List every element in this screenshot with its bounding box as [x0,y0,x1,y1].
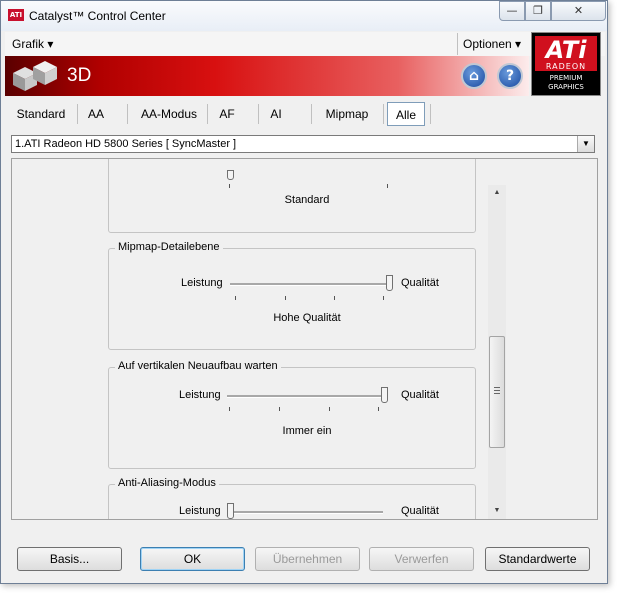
slider-tick [285,296,286,300]
close-icon: ✕ [573,4,584,17]
slider-tick [329,407,330,411]
aa-mode-slider-thumb[interactable] [227,503,234,519]
slider-left-label: Leistung [181,277,223,289]
slider-tick [279,407,280,411]
3d-cubes-icon [13,61,57,91]
vsync-slider-track[interactable] [227,395,383,398]
tab-divider [383,104,384,124]
slider-right-label: Qualität [401,277,439,289]
slider-tick [378,407,379,411]
help-icon: ? [505,68,515,84]
discard-button[interactable]: Verwerfen [369,547,474,571]
minimize-icon: — [506,4,518,17]
grip-line [494,390,500,391]
menu-separator [457,33,458,55]
group-title: Anti-Aliasing-Modus [115,477,219,489]
slider-thumb[interactable] [227,170,234,180]
maximize-button[interactable]: ❐ [525,1,551,21]
scroll-thumb[interactable] [489,336,505,448]
slider-right-label: Qualität [401,389,439,401]
adapter-selected-value: 1.ATI Radeon HD 5800 Series [ SyncMaster… [15,138,237,150]
slider-tick [387,184,388,188]
group-title: Auf vertikalen Neuaufbau warten [115,360,281,372]
close-button[interactable]: ✕ [551,1,606,21]
main-window: ATI Catalyst™ Control Center — ❐ ✕ Grafi… [0,0,608,584]
tab-divider [77,104,78,124]
slider-tick [383,296,384,300]
mipmap-slider-thumb[interactable] [386,275,393,291]
adapter-select[interactable]: 1.ATI Radeon HD 5800 Series [ SyncMaster… [11,135,595,153]
slider-tick [334,296,335,300]
group-standard-setting: Standard [108,159,476,233]
tab-divider [430,104,431,124]
menu-grafik[interactable]: Grafik ▾ [12,37,53,51]
mipmap-slider-track[interactable] [230,283,386,286]
tab-aa-modus[interactable]: AA-Modus [133,101,205,127]
slider-tick [229,184,230,188]
group-aa-mode: Anti-Aliasing-Modus Leistung Qualität [108,477,476,519]
group-mipmap-detail: Mipmap-Detailebene Leistung Qualität Hoh… [108,241,476,350]
setting-value: Immer ein [282,425,332,437]
setting-value: Hohe Qualität [273,312,341,324]
logo-premium-text: PREMIUM [549,74,583,82]
home-icon: ⌂ [468,68,480,84]
defaults-button[interactable]: Standardwerte [485,547,590,571]
home-button[interactable]: ⌂ [461,63,487,89]
slider-tick [229,407,230,411]
scroll-down-icon[interactable]: ▼ [488,503,506,519]
ok-button[interactable]: OK [140,547,245,571]
minimize-button[interactable]: — [499,1,525,21]
tab-bar: Standard AA AA-Modus AF AI Mipmap Alle [5,101,605,127]
scroll-up-icon[interactable]: ▲ [488,185,506,201]
help-button[interactable]: ? [497,63,523,89]
settings-panel: Standard Mipmap-Detailebene Leistung Qua… [11,158,598,520]
slider-left-label: Leistung [179,505,221,517]
page-title: 3D [67,65,92,86]
title-bar: ATI Catalyst™ Control Center — ❐ ✕ [1,1,607,31]
maximize-icon: ❐ [533,4,543,17]
tab-divider [207,104,208,124]
aa-mode-slider-track[interactable] [227,511,383,514]
tab-ai[interactable]: AI [265,101,287,127]
tab-divider [127,104,128,124]
window-title: Catalyst™ Control Center [29,9,166,23]
slider-left-label: Leistung [179,389,221,401]
vsync-slider-thumb[interactable] [381,387,388,403]
logo-graphics-text: GRAPHICS [548,83,584,91]
apply-button[interactable]: Übernehmen [255,547,360,571]
tab-standard[interactable]: Standard [9,101,73,127]
vertical-scrollbar[interactable]: ▲ ▼ [488,185,506,519]
group-title: Mipmap-Detailebene [115,241,223,253]
tab-alle[interactable]: Alle [387,102,425,126]
ati-radeon-logo: ATi RADEON PREMIUM GRAPHICS [531,32,601,96]
page-banner: 3D ⌂ ? [5,56,529,96]
ati-app-icon: ATI [8,9,24,21]
menu-bar: Grafik ▾ Optionen ▾ [5,32,605,56]
tab-divider [311,104,312,124]
dropdown-arrow-icon[interactable]: ▼ [577,136,594,152]
menu-optionen[interactable]: Optionen ▾ [463,37,521,51]
setting-value: Standard [284,194,330,206]
tab-mipmap[interactable]: Mipmap [317,101,377,127]
tab-aa[interactable]: AA [81,101,111,127]
grip-line [494,387,500,388]
group-vsync: Auf vertikalen Neuaufbau warten Leistung… [108,360,476,469]
tab-af[interactable]: AF [213,101,241,127]
logo-radeon-text: RADEON [545,62,587,71]
slider-tick [235,296,236,300]
grip-line [494,393,500,394]
tab-divider [258,104,259,124]
basis-button[interactable]: Basis... [17,547,122,571]
slider-right-label: Qualität [401,505,439,517]
logo-ati-text: ATi [545,36,587,64]
